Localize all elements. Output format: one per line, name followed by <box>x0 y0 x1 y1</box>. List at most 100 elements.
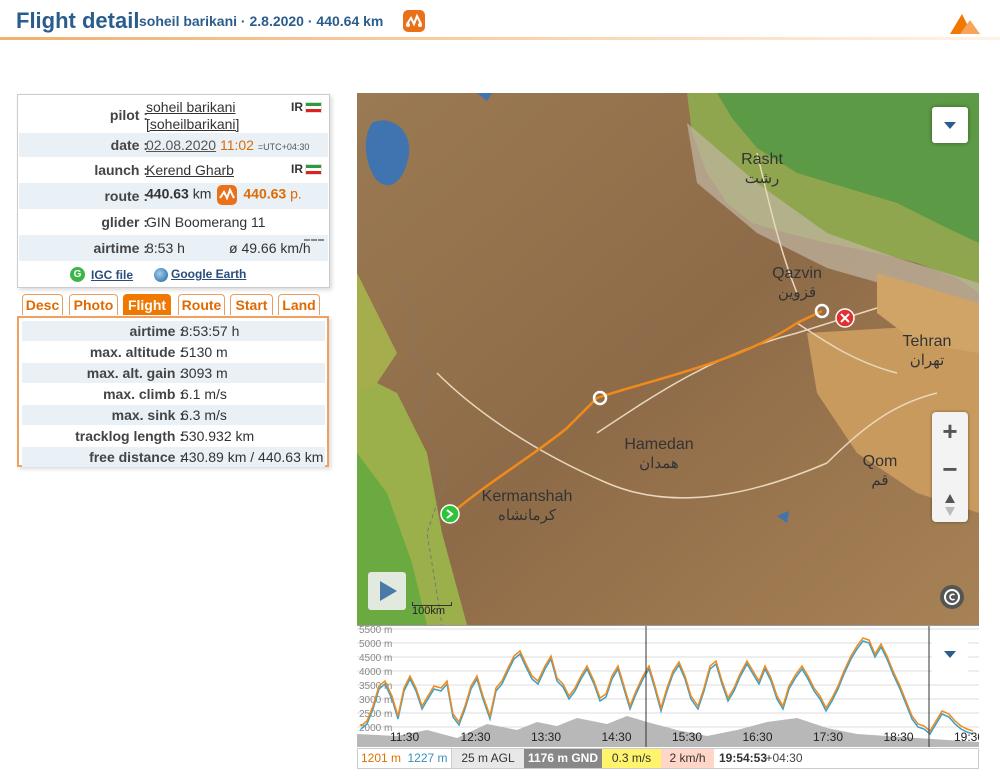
vario-value: 0.3 m/s <box>602 749 661 768</box>
downloads-row: G IGC file Google Earth <box>19 263 328 287</box>
map-attribution-icon[interactable] <box>940 585 964 609</box>
profile-options-dropdown[interactable] <box>932 636 968 672</box>
route-row: route : 440.63 km 440.63 p. <box>19 183 328 209</box>
glider-label: glider : <box>101 214 148 230</box>
map-3d-toggle[interactable] <box>932 488 968 522</box>
agl-value: 25 m AGL <box>452 749 524 768</box>
igc-file-link[interactable]: IGC file <box>91 268 133 282</box>
stat-label: free distance : <box>89 449 184 465</box>
igc-icon: G <box>70 267 85 282</box>
city-name-fa: رشت <box>744 170 780 187</box>
stat-value: 530.932 km <box>181 428 255 444</box>
city-label-rasht: Rasht رشت <box>737 151 787 187</box>
play-replay-button[interactable] <box>368 572 406 610</box>
city-label-qom: Qom قم <box>855 453 905 489</box>
google-earth-link[interactable]: Google Earth <box>171 267 246 281</box>
page-title: Flight detail <box>16 8 140 33</box>
tab-photo[interactable]: Photo <box>69 294 118 315</box>
compass-icon <box>945 494 955 516</box>
altitude-profile-chart[interactable]: 5500 m 5000 m 4500 m 4000 m 3500 m 3000 m 2500… <box>357 625 979 747</box>
city-label-hamedan: Hamedan همدان <box>619 436 699 472</box>
stat-value: 430.89 km / 440.63 km <box>181 449 324 465</box>
pilot-country-code: IR <box>291 100 303 114</box>
date-value: 02.08.2020 11:02 =UTC+04:30 <box>146 137 309 153</box>
stat-value: 6.1 m/s <box>181 386 227 402</box>
terrain-map <box>357 93 979 625</box>
stat-row: max. alt. gain :3093 m <box>22 363 325 383</box>
city-name: Qazvin <box>772 265 822 282</box>
stat-row: max. climb :6.1 m/s <box>22 384 325 404</box>
pilot-name-link[interactable]: soheil barikani <box>146 99 236 115</box>
x-tick-label: 19:30 <box>954 730 979 744</box>
pilot-country: IR <box>291 100 322 114</box>
route-value: 440.63 km 440.63 p. <box>146 185 302 205</box>
stat-row: max. sink :6.3 m/s <box>22 405 325 425</box>
stat-label: max. altitude : <box>89 344 184 360</box>
baro-altitude: 1227 m <box>404 749 452 768</box>
tab-flight[interactable]: Flight <box>123 294 171 315</box>
tab-route[interactable]: Route <box>178 294 225 315</box>
city-name-fa: قزوین <box>777 284 817 301</box>
x-tick-label: 15:30 <box>672 730 702 744</box>
flight-category-icon <box>403 10 425 32</box>
city-name: Kermanshah <box>481 488 573 505</box>
airtime-value: 8:53 h <box>146 240 185 256</box>
city-name: Qom <box>862 453 898 470</box>
time-value: 11:02 <box>219 137 254 153</box>
glider-value: GIN Boomerang 11 <box>146 214 266 230</box>
tab-desc[interactable]: Desc <box>22 294 63 315</box>
date-label: date : <box>110 137 148 153</box>
launch-link[interactable]: Kerend Gharb <box>146 162 234 178</box>
pilot-username-link[interactable]: [soheilbarikani] <box>146 116 239 132</box>
chevron-down-icon <box>944 122 956 129</box>
launch-country: IR <box>291 162 322 176</box>
gps-altitude: 1201 m <box>360 751 402 765</box>
city-name: Rasht <box>741 151 783 168</box>
zoom-out-button[interactable]: − <box>932 452 968 486</box>
pilot-label: pilot : <box>109 107 148 123</box>
zoom-control: + − <box>932 412 968 522</box>
page-subtitle: soheil barikani · 2.8.2020 · 440.64 km <box>139 13 384 29</box>
page-header: Flight detail soheil barikani · 2.8.2020… <box>0 0 1000 40</box>
date-link[interactable]: 02.08.2020 <box>146 137 216 153</box>
flight-stats-box: airtime :8:53:57 h max. altitude :5130 m… <box>17 316 329 467</box>
city-name-fa: همدان <box>639 455 679 472</box>
stat-label: max. climb : <box>103 386 184 402</box>
iran-flag-icon <box>305 102 322 114</box>
route-km: 440.63 <box>146 185 189 202</box>
city-name-fa: کرمانشاه <box>497 507 556 524</box>
stat-label: max. sink : <box>111 407 184 423</box>
city-name: Tehran <box>902 333 952 350</box>
city-label-tehran: Tehran تهران <box>897 333 957 369</box>
speed-value: 2 km/h <box>661 749 714 768</box>
x-tick-label: 13:30 <box>531 730 561 744</box>
x-tick-label: 12:30 <box>461 730 491 744</box>
iran-flag-icon <box>305 164 322 176</box>
header-underline <box>0 37 1000 40</box>
google-earth-icon <box>154 268 168 282</box>
timezone-value: +04:30 <box>765 751 803 765</box>
route-points: 440.63 <box>243 185 287 202</box>
stat-value: 5130 m <box>181 344 228 360</box>
map-layer-dropdown[interactable] <box>932 107 968 143</box>
airtime-label: airtime : <box>93 240 148 256</box>
y-tick-label: 4000 m <box>359 667 392 678</box>
map-scale: 100km <box>412 602 452 617</box>
zoom-in-button[interactable]: + <box>932 414 968 448</box>
airtime-row: airtime : 8:53 h ø 49.66 km/h <box>19 235 328 261</box>
city-name: Hamedan <box>624 436 694 453</box>
x-tick-label: 17:30 <box>813 730 843 744</box>
launch-row: launch : Kerend Gharb IR <box>19 157 328 183</box>
y-tick-label: 4500 m <box>359 653 392 664</box>
altitude-profile-svg: 5500 m5000 m4500 m4000 m3500 m3000 m2500… <box>357 626 979 747</box>
scale-bar <box>412 602 452 606</box>
avg-speed-value: ø 49.66 km/h <box>229 240 311 256</box>
flight-map[interactable]: Rasht رشت Qazvin قزوین Tehran تهران Hamedan… <box>357 93 979 625</box>
tab-land[interactable]: Land <box>278 294 320 315</box>
profile-readout-bar: 1201 m 1227 m 25 m AGL 1176 m GND 0.3 m/… <box>357 748 979 769</box>
stat-row: airtime :8:53:57 h <box>22 321 325 341</box>
tab-start[interactable]: Start <box>230 294 273 315</box>
speed-graph-icon <box>304 239 324 244</box>
chevron-down-icon <box>944 651 956 658</box>
y-tick-label: 2000 m <box>359 723 392 734</box>
